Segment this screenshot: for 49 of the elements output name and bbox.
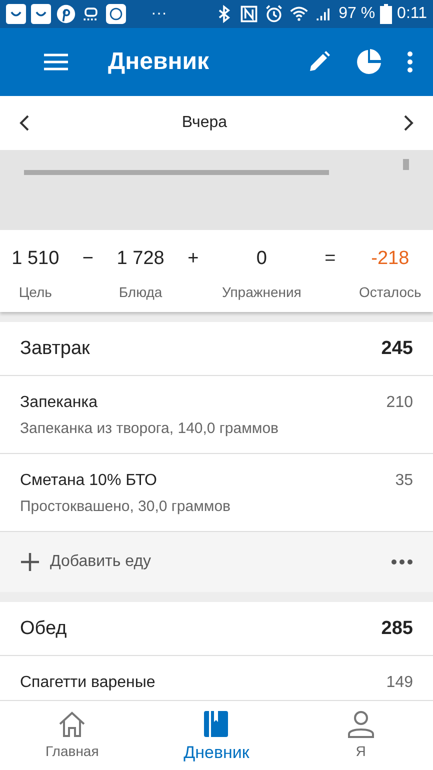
calorie-value: 1 510 xyxy=(12,248,60,270)
food-entry[interactable]: Запеканка Запеканка из творога, 140,0 граммов 210 xyxy=(0,376,433,454)
wifi-icon xyxy=(288,4,309,24)
date-label: Вчера xyxy=(182,114,228,132)
calorie-label: Цель xyxy=(18,284,52,300)
calorie-label: Осталось xyxy=(358,284,422,300)
app-bar-title: Дневник xyxy=(108,48,210,76)
scroll-mark-icon xyxy=(403,159,409,170)
food-calories: 35 xyxy=(395,472,413,491)
pie-chart-button[interactable] xyxy=(355,48,383,76)
nav-tab[interactable]: Главная xyxy=(0,701,144,770)
meal-total: 285 xyxy=(381,618,413,640)
meal-total: 245 xyxy=(381,338,413,360)
loading-bar-icon xyxy=(24,170,329,175)
clock: 0:11 xyxy=(397,5,427,23)
menu-button[interactable] xyxy=(44,52,68,72)
more-options-button[interactable] xyxy=(391,559,413,565)
pin-icon xyxy=(56,4,76,24)
nfc-icon xyxy=(238,4,259,24)
food-calories: 149 xyxy=(386,674,413,693)
meal-name: Обед xyxy=(20,618,67,640)
food-detail: Запеканка из творога, 140,0 граммов xyxy=(20,420,279,437)
edit-button[interactable] xyxy=(307,50,331,74)
next-day-button[interactable] xyxy=(402,114,415,132)
calorie-label: Блюда xyxy=(118,284,162,300)
calorie-value: -218 xyxy=(371,248,410,270)
operator-sign: − xyxy=(82,248,94,270)
overflow-indicator: ··· xyxy=(151,5,167,23)
battery-percentage: 97 % xyxy=(338,5,376,23)
calorie-label: Упражнения xyxy=(222,284,302,300)
calorie-value: 1 728 xyxy=(116,248,164,270)
home-icon xyxy=(57,709,88,739)
nav-tab[interactable]: Дневник xyxy=(144,701,289,770)
person-icon xyxy=(346,709,376,739)
food-name: Запеканка xyxy=(20,394,98,412)
food-name: Сметана 10% БТО xyxy=(20,472,158,490)
food-calories: 210 xyxy=(386,394,413,413)
operator-sign: = xyxy=(324,248,336,270)
previous-day-button[interactable] xyxy=(18,114,30,132)
meal-name: Завтрак xyxy=(20,338,90,360)
food-detail: Простоквашено, 30,0 граммов xyxy=(20,498,231,515)
food-name: Спагетти вареные xyxy=(20,674,156,692)
battery-icon xyxy=(380,4,392,24)
plus-icon xyxy=(20,552,40,572)
operator-sign: + xyxy=(188,248,199,270)
nav-tab[interactable]: Я xyxy=(288,701,433,770)
more-options-button[interactable] xyxy=(407,51,413,73)
alarm-icon xyxy=(264,4,284,24)
calorie-value: 0 xyxy=(256,248,267,270)
